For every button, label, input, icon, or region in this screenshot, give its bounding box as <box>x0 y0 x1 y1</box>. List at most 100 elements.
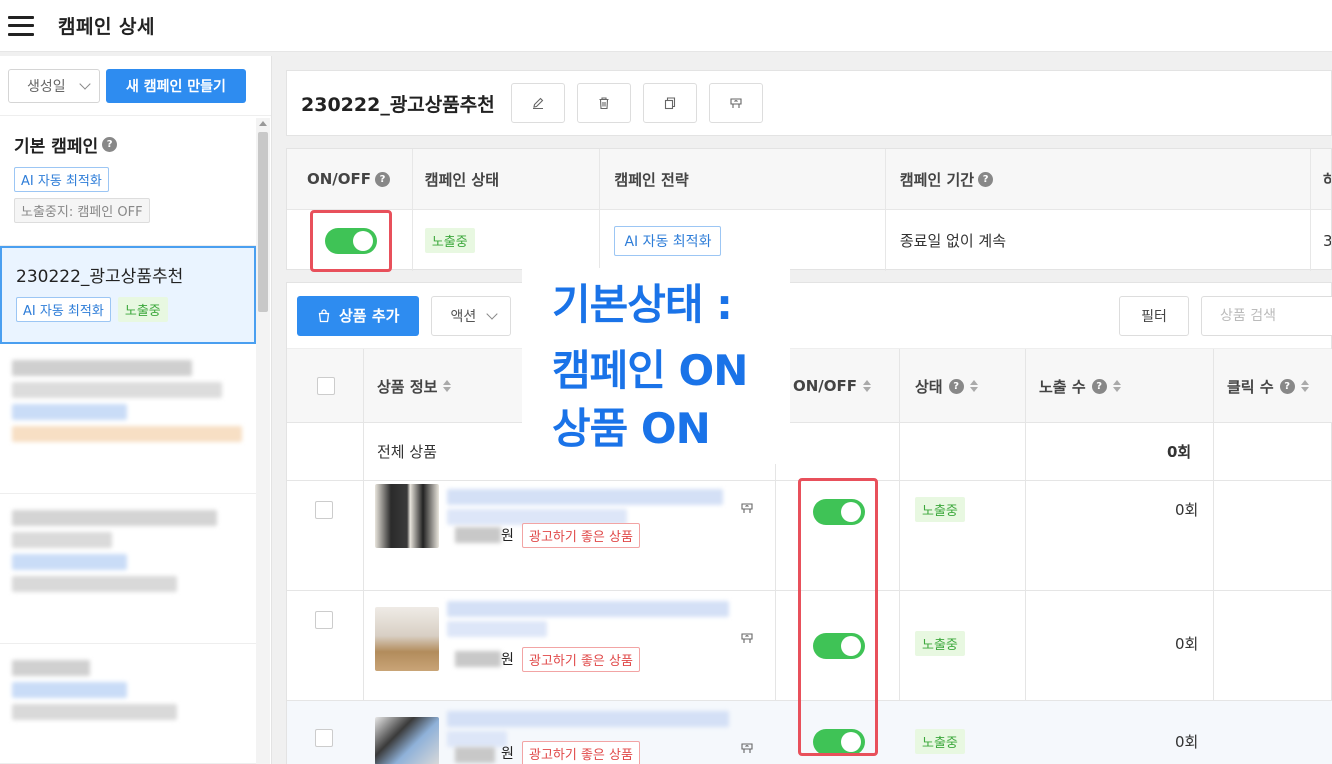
product-thumbnail <box>375 607 439 671</box>
callout-line-3: 상품 ON <box>552 404 711 453</box>
sort-icon[interactable] <box>1300 380 1309 392</box>
chevron-down-icon <box>79 77 91 90</box>
campaign-item-default[interactable]: 기본 캠페인 ? AI 자동 최적화 노출중지: 캠페인 OFF <box>0 118 256 246</box>
sort-icon[interactable] <box>1112 380 1121 392</box>
add-product-button[interactable]: 상품 추가 <box>297 295 420 336</box>
callout-line-2: 캠페인 ON <box>552 346 748 395</box>
action-select[interactable]: 액션 <box>431 295 512 336</box>
menu-icon[interactable] <box>8 15 34 36</box>
trash-icon <box>599 97 609 110</box>
help-icon[interactable]: ? <box>375 171 391 187</box>
campaign-item-selected[interactable]: 230222_광고상품추천 AI 자동 최적화 노출중 <box>0 246 256 344</box>
strategy-header: 캠페인 전략 <box>614 170 689 189</box>
price-currency: 원 <box>501 746 514 762</box>
campaign-sidebar: 생성일 새 캠페인 만들기 기본 캠페인 ? AI 자동 최적화 노출중지: 캠… <box>0 56 272 764</box>
info-header: 상품 정보 <box>377 377 438 396</box>
store-icon[interactable] <box>739 501 755 515</box>
sidebar-scrollbar[interactable] <box>256 118 270 764</box>
product-table-header: 상품 정보 ON/OFF 상태 ? 노출 수 ? 클릭 수 ? <box>287 349 1332 423</box>
campaign-extra-value: 3 <box>1323 231 1331 250</box>
price-currency: 원 <box>501 528 514 544</box>
edit-button[interactable] <box>510 83 565 123</box>
recommend-badge: 광고하기 좋은 상품 <box>522 741 640 764</box>
product-thumbnail <box>375 717 439 764</box>
help-icon[interactable]: ? <box>978 171 994 187</box>
clicks-header: 클릭 수 <box>1227 377 1274 396</box>
status-header: 상태 <box>915 377 943 396</box>
total-row: 전체 상품 0회 <box>287 423 1332 481</box>
total-label: 전체 상품 <box>377 443 437 461</box>
campaign-item-blurred[interactable] <box>0 644 256 764</box>
total-impressions: 0회 <box>1167 443 1192 461</box>
highlight-product-toggles <box>798 478 878 756</box>
row-checkbox[interactable] <box>315 729 333 747</box>
annotation-callout: 기본상태 : 캠페인 ON 상품 ON <box>522 268 790 464</box>
sort-icon[interactable] <box>443 380 452 392</box>
product-status-badge: 노출중 <box>915 497 965 522</box>
status-tag: 노출중지: 캠페인 OFF <box>14 198 150 223</box>
filter-button[interactable]: 필터 <box>1119 296 1189 336</box>
period-header: 캠페인 기간 <box>899 170 975 189</box>
row-checkbox[interactable] <box>315 501 333 519</box>
help-icon[interactable]: ? <box>1091 378 1107 394</box>
chevron-down-icon <box>486 307 499 320</box>
sort-select[interactable]: 생성일 <box>8 68 100 103</box>
recommend-badge: 광고하기 좋은 상품 <box>522 647 640 672</box>
bag-icon <box>318 308 330 322</box>
copy-icon <box>664 97 675 110</box>
callout-line-1: 기본상태 : <box>552 280 733 329</box>
store-icon[interactable] <box>739 631 755 645</box>
recommend-badge: 광고하기 좋은 상품 <box>522 523 640 548</box>
store-icon <box>730 98 742 108</box>
campaign-name: 기본 캠페인 <box>14 137 99 157</box>
pencil-icon <box>532 97 543 110</box>
product-impressions: 0회 <box>1175 733 1199 751</box>
product-impressions: 0회 <box>1175 635 1199 653</box>
strategy-tag: AI 자동 최적화 <box>14 167 109 192</box>
add-product-label: 상품 추가 <box>339 307 400 325</box>
page-title: 캠페인 상세 <box>58 16 156 38</box>
help-icon[interactable]: ? <box>948 378 964 394</box>
product-thumbnail <box>375 484 439 548</box>
create-campaign-button[interactable]: 새 캠페인 만들기 <box>106 68 246 103</box>
copy-button[interactable] <box>642 83 697 123</box>
campaign-info-table: ON/OFF ? 캠페인 상태 캠페인 전략 캠페인 기간 ? 하 노출중 AI… <box>286 148 1332 271</box>
scroll-thumb[interactable] <box>258 132 268 312</box>
campaign-strategy-badge: AI 자동 최적화 <box>614 225 722 256</box>
onoff-header: ON/OFF <box>307 170 372 188</box>
sort-icon[interactable] <box>969 380 978 392</box>
price-currency: 원 <box>501 652 514 668</box>
select-all-checkbox[interactable] <box>317 377 335 395</box>
campaign-title: 230222_광고상품추천 <box>301 93 495 116</box>
status-header: 캠페인 상태 <box>424 170 500 189</box>
campaign-title-bar: 230222_광고상품추천 <box>286 70 1332 136</box>
store-icon[interactable] <box>739 741 755 755</box>
main-content: 230222_광고상품추천 ON/OFF ? 캠페인 상태 캠페인 전략 캠페인… <box>286 70 1332 764</box>
product-status-badge: 노출중 <box>915 631 965 656</box>
sort-select-label: 생성일 <box>27 78 66 95</box>
campaign-item-blurred[interactable] <box>0 494 256 644</box>
delete-button[interactable] <box>576 83 631 123</box>
product-status-badge: 노출중 <box>915 729 965 754</box>
strategy-tag: AI 자동 최적화 <box>16 297 111 322</box>
campaign-name: 230222_광고상품추천 <box>16 267 184 287</box>
extra-header: 하 <box>1323 170 1331 189</box>
help-icon[interactable]: ? <box>102 137 118 152</box>
store-button[interactable] <box>708 83 763 123</box>
sort-icon[interactable] <box>863 380 872 392</box>
scroll-up-icon[interactable] <box>259 121 267 126</box>
highlight-campaign-toggle <box>310 210 392 272</box>
status-tag: 노출중 <box>117 297 168 322</box>
help-icon[interactable]: ? <box>1279 378 1295 394</box>
impressions-header: 노출 수 <box>1039 377 1086 396</box>
campaign-item-blurred[interactable] <box>0 344 256 494</box>
campaign-list: 기본 캠페인 ? AI 자동 최적화 노출중지: 캠페인 OFF 230222_… <box>0 118 256 764</box>
action-label: 액션 <box>450 308 477 325</box>
row-checkbox[interactable] <box>315 611 333 629</box>
campaign-period: 종료일 없이 계속 <box>899 232 1007 250</box>
product-search-input[interactable] <box>1201 296 1332 336</box>
onoff-header: ON/OFF <box>793 377 858 395</box>
product-impressions: 0회 <box>1175 501 1199 519</box>
campaign-status-badge: 노출중 <box>424 228 475 253</box>
top-bar: 캠페인 상세 <box>0 0 1332 52</box>
